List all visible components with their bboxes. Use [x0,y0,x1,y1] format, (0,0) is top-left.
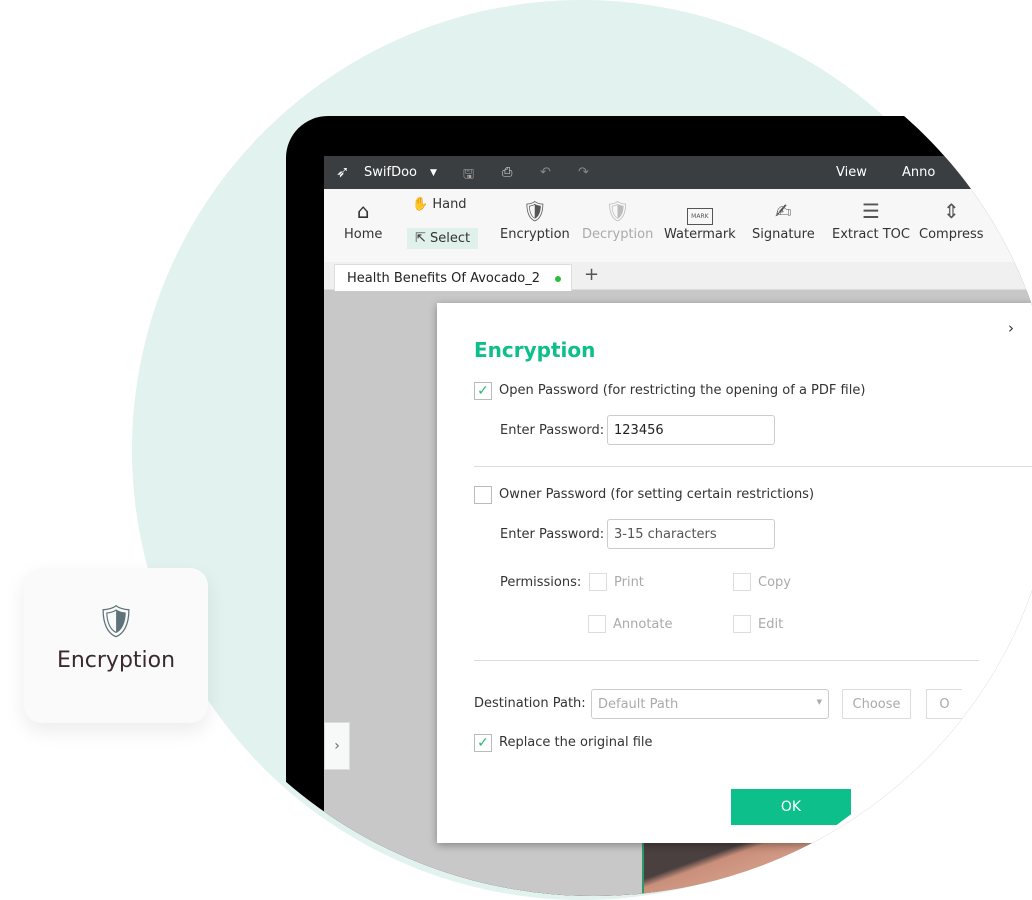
decryption-label: Decryption [582,227,654,242]
app-menu[interactable]: SwifDoo [364,165,417,180]
signature-icon: ✍ [774,199,792,223]
print-icon[interactable]: ⎙ [502,165,512,180]
owner-password-label: Owner Password (for setting certain rest… [499,487,815,502]
replace-original-label: Replace the original file [499,735,653,750]
compress-label: Compress [919,227,984,242]
save-icon[interactable]: 🖫 [463,165,474,187]
dialog-title: Encryption [474,338,596,362]
dropdown-arrow-icon: ▼ [816,698,822,706]
print-label: Print [614,575,644,590]
owner-enter-password-label: Enter Password: [500,527,605,542]
extract-toc-label: Extract TOC [832,227,910,242]
replace-original-checkbox[interactable]: ✓ [474,734,492,752]
owner-password-input[interactable]: 3-15 characters [607,519,775,549]
home-button[interactable]: ⌂ Home [344,199,382,242]
shield-lock-icon: 🛡 [522,199,548,223]
destination-label: Destination Path: [474,696,586,711]
encryption-label: Encryption [500,227,570,242]
owner-password-checkbox[interactable] [474,486,492,504]
device-clip: ➶ SwifDoo ▼ 🖫 ⎙ ↶ ↷ View Anno ⌂ Home ✋ Ha… [132,0,1032,896]
encryption-feature-card: 🛡 Encryption [24,568,208,723]
undo-icon[interactable]: ↶ [540,165,551,180]
menu-annotate[interactable]: Anno [902,165,935,180]
choose-button[interactable]: Choose [842,689,911,719]
chevron-right-icon[interactable]: › [1008,319,1014,337]
watermark-label: Watermark [664,227,736,242]
copy-label: Copy [758,575,791,590]
encryption-button[interactable]: 🛡 Encryption [500,199,570,242]
menu-view[interactable]: View [836,165,867,180]
watermark-button[interactable]: MARK Watermark [664,199,736,242]
select-button[interactable]: ⇱ Select [407,228,479,249]
open-folder-button[interactable]: O [926,689,962,719]
tab-bar: Health Benefits Of Avocado_2 + [324,262,1032,291]
shield-key-icon: 🛡 [604,199,631,223]
add-tab-button[interactable]: + [584,264,599,285]
compress-button[interactable]: ⇕ Compress [919,199,984,242]
open-password-checkbox[interactable]: ✓ [474,382,492,400]
feature-card-label: Encryption [56,648,176,673]
signature-button[interactable]: ✍ Signature [752,199,815,242]
unsaved-dot-icon [555,276,561,282]
redo-icon[interactable]: ↷ [578,165,589,180]
enter-password-label: Enter Password: [500,423,605,438]
document-page-image [642,836,942,896]
decryption-button[interactable]: 🛡 Decryption [582,199,653,242]
home-icon: ⌂ [356,199,370,223]
compress-icon: ⇕ [942,199,960,223]
toc-icon: ☰ [862,199,880,223]
encryption-dialog: › Encryption ✓ Open Password (for restri… [437,303,1032,843]
home-label: Home [344,227,383,242]
tab-title: Health Benefits Of Avocado_2 [347,271,540,286]
extract-toc-button[interactable]: ☰ Extract TOC [832,199,910,242]
permissions-label: Permissions: [500,575,582,590]
destination-select[interactable]: Default Path ▼ [591,689,829,719]
swifdoo-logo-icon: ➶ [336,162,350,181]
hand-button[interactable]: ✋ Hand [412,197,467,212]
ok-button[interactable]: OK [731,789,851,825]
signature-label: Signature [752,227,815,242]
divider [474,466,1032,467]
print-checkbox[interactable] [589,573,607,591]
expand-sidebar-button[interactable]: › [324,722,350,770]
hand-label: Hand [432,197,467,212]
shield-lock-icon: 🛡 [95,602,137,640]
cursor-icon: ⇱ [415,231,426,246]
divider [474,660,979,661]
destination-value: Default Path [598,697,679,712]
watermark-mark-text: MARK [687,208,713,225]
edit-checkbox[interactable] [733,615,751,633]
select-label: Select [430,231,471,246]
document-tab[interactable]: Health Benefits Of Avocado_2 [334,264,572,291]
title-bar: ➶ SwifDoo ▼ 🖫 ⎙ ↶ ↷ View Anno [324,156,1032,189]
watermark-icon: MARK [664,199,736,227]
toolbar: ⌂ Home ✋ Hand ⇱ Select 🛡 Encryption 🛡 Decry… [324,189,1032,262]
hand-icon: ✋ [412,197,429,212]
annotate-checkbox[interactable] [588,615,606,633]
annotate-label: Annotate [613,617,673,632]
open-password-input[interactable]: 123456 [607,415,775,445]
edit-label: Edit [758,617,784,632]
copy-checkbox[interactable] [733,573,751,591]
open-password-label: Open Password (for restricting the openi… [499,383,866,398]
chevron-down-icon[interactable]: ▼ [430,168,437,178]
